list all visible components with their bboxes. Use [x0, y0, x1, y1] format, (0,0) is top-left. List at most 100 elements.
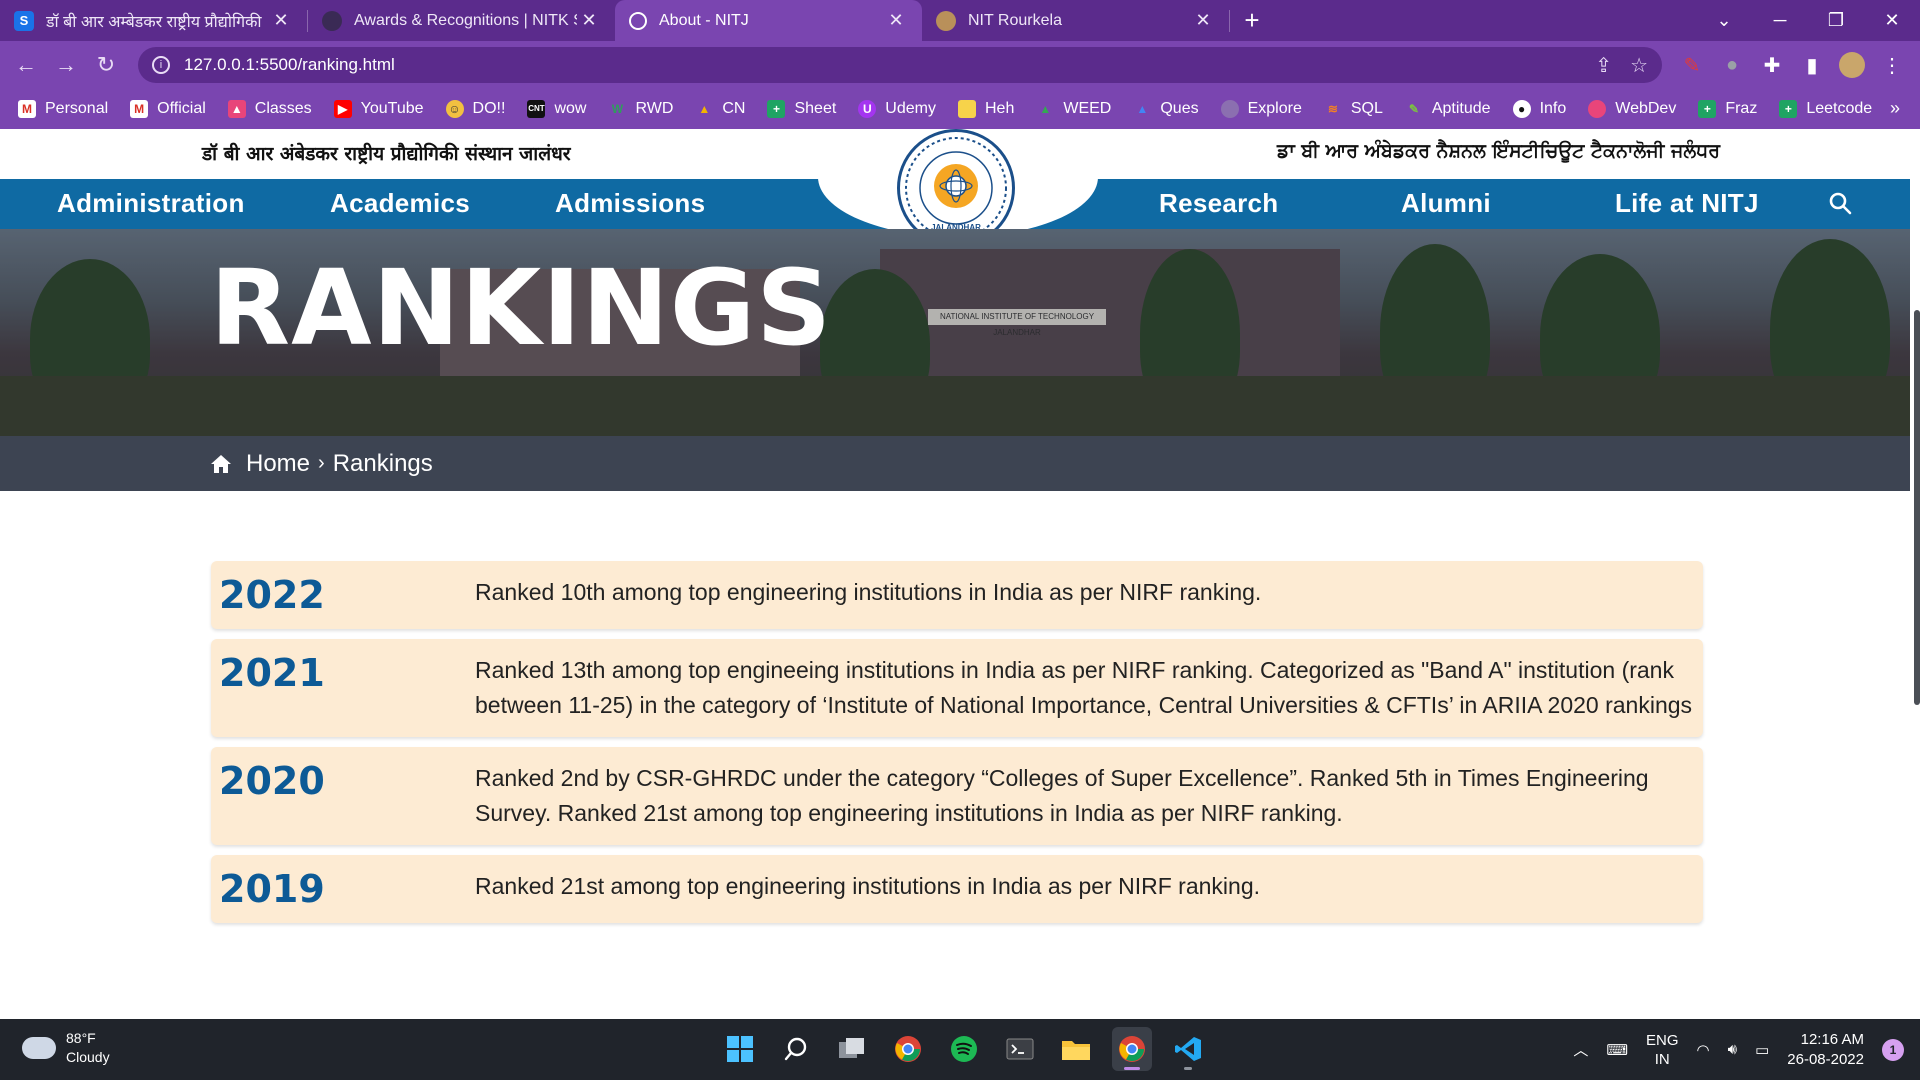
- bookmark-udemy[interactable]: U Udemy: [858, 100, 936, 118]
- bookmark-label: Fraz: [1725, 100, 1758, 117]
- nav-academics[interactable]: Academics: [330, 188, 470, 219]
- close-tab-icon[interactable]: ✕: [269, 10, 293, 31]
- bookmark-personal[interactable]: M Personal: [18, 100, 108, 118]
- bookmark-info[interactable]: ● Info: [1512, 100, 1566, 118]
- tab-nit-rourkela[interactable]: NIT Rourkela ✕: [922, 0, 1229, 41]
- extension-icon[interactable]: ●: [1716, 49, 1748, 81]
- new-tab-button[interactable]: +: [1230, 0, 1274, 41]
- share-icon[interactable]: ⇪: [1595, 53, 1612, 78]
- omnibox-actions: ⇪ ☆: [1595, 53, 1648, 78]
- rankings-list: 2022 Ranked 10th among top engineering i…: [211, 561, 1703, 933]
- tab-about-nitj[interactable]: About - NITJ ✕: [615, 0, 922, 41]
- bookmark-wow[interactable]: CNT wow: [527, 100, 586, 118]
- bookmark-do[interactable]: ☺ DO!!: [445, 100, 506, 118]
- more-bookmarks-icon[interactable]: »: [1890, 98, 1900, 119]
- side-panel-icon[interactable]: ▮: [1796, 49, 1828, 81]
- profile-avatar[interactable]: [1836, 49, 1868, 81]
- bookmark-label: Heh: [984, 100, 1015, 117]
- tab-title: About - NITJ: [659, 11, 749, 29]
- nitj-emblem-icon: JALANDHAR: [905, 137, 1007, 239]
- page-scrollbar[interactable]: [1914, 310, 1920, 705]
- breadcrumb-home-link[interactable]: Home: [246, 450, 310, 478]
- bookmark-heh[interactable]: Heh: [957, 100, 1015, 118]
- site-info-icon[interactable]: i: [152, 56, 170, 74]
- bookmark-label: DO!!: [472, 100, 506, 117]
- language-code: ENG: [1646, 1031, 1679, 1049]
- bookmark-label: WebDev: [1615, 100, 1677, 117]
- tab-nitk-awards[interactable]: Awards & Recognitions | NITK Su ✕: [308, 0, 615, 41]
- bookmark-label: WEED: [1063, 100, 1112, 117]
- terminal-icon: [1006, 1038, 1034, 1060]
- nav-admissions[interactable]: Admissions: [555, 188, 705, 219]
- bookmark-cn[interactable]: ▲ CN: [695, 100, 745, 118]
- tab-nitj-hindi[interactable]: S डॉ बी आर अम्बेडकर राष्ट्रीय प्रौद्योगि…: [0, 0, 307, 41]
- bookmark-ques[interactable]: ▲ Ques: [1133, 100, 1198, 118]
- wifi-icon[interactable]: ◠: [1697, 1041, 1710, 1059]
- ranking-description: Ranked 21st among top engineering instit…: [475, 873, 1261, 899]
- bookmark-star-icon[interactable]: ☆: [1630, 53, 1648, 78]
- tray-overflow-icon[interactable]: ︿: [1573, 1039, 1588, 1060]
- address-bar[interactable]: i 127.0.0.1:5500/ranking.html ⇪ ☆: [138, 47, 1662, 83]
- globe-icon: [629, 11, 647, 30]
- taskbar-chrome[interactable]: [888, 1027, 928, 1071]
- bookmark-aptitude[interactable]: ✎ Aptitude: [1405, 100, 1491, 118]
- bookmark-classes[interactable]: ▲ Classes: [227, 100, 312, 118]
- spotify-icon: [951, 1036, 977, 1062]
- bookmark-sql[interactable]: ≋ SQL: [1324, 100, 1383, 118]
- weather-widget[interactable]: 88°F Cloudy: [22, 1029, 110, 1067]
- bookmark-label: Sheet: [794, 100, 837, 117]
- taskbar-vscode[interactable]: [1168, 1027, 1208, 1071]
- nav-research[interactable]: Research: [1159, 188, 1278, 219]
- puzzle-extensions-icon[interactable]: ✚: [1756, 49, 1788, 81]
- language-indicator[interactable]: ENG IN: [1646, 1031, 1679, 1069]
- bookmark-sheet[interactable]: + Sheet: [767, 100, 836, 118]
- taskbar-search[interactable]: [776, 1027, 816, 1071]
- back-icon[interactable]: ←: [6, 45, 46, 85]
- bookmark-weed[interactable]: ▲ WEED: [1036, 100, 1111, 118]
- restore-button[interactable]: ❐: [1808, 0, 1864, 41]
- close-tab-icon[interactable]: ✕: [1191, 10, 1215, 31]
- tab-search-icon[interactable]: ⌄: [1696, 0, 1752, 41]
- pen-extension-icon[interactable]: ✎: [1676, 49, 1708, 81]
- clock[interactable]: 12:16 AM 26-08-2022: [1787, 1030, 1864, 1070]
- keyboard-icon[interactable]: ⌨: [1606, 1041, 1628, 1059]
- bookmark-webdev[interactable]: WebDev: [1588, 100, 1676, 118]
- nav-alumni[interactable]: Alumni: [1401, 188, 1491, 219]
- forward-icon[interactable]: →: [46, 45, 86, 85]
- notification-badge[interactable]: 1: [1882, 1038, 1904, 1061]
- shield-icon: [322, 10, 342, 31]
- bookmark-rwd[interactable]: W RWD: [608, 100, 674, 118]
- bookmark-fraz[interactable]: + Fraz: [1698, 100, 1757, 118]
- close-window-button[interactable]: ✕: [1864, 0, 1920, 41]
- web-page: डॉ बी आर अंबेडकर राष्ट्रीय प्रौद्योगिकी …: [0, 129, 1920, 1019]
- taskbar-spotify[interactable]: [944, 1027, 984, 1071]
- windows-logo-icon: [727, 1036, 753, 1062]
- home-icon[interactable]: [210, 454, 232, 474]
- taskbar-chrome-profile[interactable]: [1112, 1027, 1152, 1071]
- minimize-button[interactable]: ─: [1752, 0, 1808, 41]
- header-punjabi-name: ਡਾ ਬੀ ਆਰ ਅੰਬੇਡਕਰ ਨੈਸ਼ਨਲ ਇੰਸਟੀਚਿਊਟ ਟੈਕਨਾਲ…: [1277, 140, 1720, 162]
- bookmark-youtube[interactable]: ▶ YouTube: [333, 100, 424, 118]
- windows-taskbar: 88°F Cloudy ︿ ⌨ ENG IN ◠ 🔊︎ ▭ 12:16 AM 2…: [0, 1019, 1920, 1080]
- bookmark-explore[interactable]: Explore: [1220, 100, 1302, 118]
- bookmark-official[interactable]: M Official: [130, 100, 206, 118]
- close-tab-icon[interactable]: ✕: [884, 10, 908, 31]
- battery-icon[interactable]: ▭: [1755, 1041, 1769, 1059]
- start-button[interactable]: [720, 1027, 760, 1071]
- taskbar-terminal[interactable]: [1000, 1027, 1040, 1071]
- bookmark-leetcode[interactable]: + Leetcode: [1779, 100, 1872, 118]
- close-tab-icon[interactable]: ✕: [577, 10, 601, 31]
- ranking-description: Ranked 10th among top engineering instit…: [475, 579, 1262, 605]
- volume-icon[interactable]: 🔊︎: [1728, 1041, 1737, 1058]
- menu-kebab-icon[interactable]: ⋮: [1876, 49, 1908, 81]
- taskbar-file-explorer[interactable]: [1056, 1027, 1096, 1071]
- ranking-year: 2020: [219, 759, 325, 803]
- bookmark-label: YouTube: [360, 100, 424, 117]
- chrome-icon: [1119, 1036, 1145, 1062]
- reload-icon[interactable]: ↻: [86, 45, 126, 85]
- nav-administration[interactable]: Administration: [57, 188, 245, 219]
- nav-life-at-nitj[interactable]: Life at NITJ: [1615, 188, 1759, 219]
- tab-title: NIT Rourkela: [968, 11, 1062, 29]
- search-icon[interactable]: [1828, 191, 1852, 215]
- task-view-button[interactable]: [832, 1027, 872, 1071]
